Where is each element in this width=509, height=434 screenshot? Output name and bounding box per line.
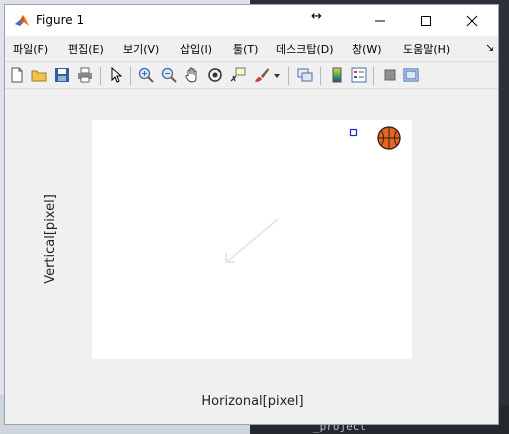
toolbar-separator bbox=[373, 67, 374, 85]
chevron-more-icon[interactable]: ↘ bbox=[485, 41, 494, 54]
brush-icon[interactable] bbox=[254, 67, 270, 83]
figure-toolbar bbox=[5, 61, 498, 89]
open-file-icon[interactable] bbox=[31, 67, 47, 83]
figure-canvas: Vertical[pixel] Horizonal[pixel] bbox=[5, 89, 498, 424]
menu-window[interactable]: 창(W) bbox=[352, 41, 382, 57]
menu-bar: 파일(F) 편집(E) 보기(V) 삽입(I) 툴(T) 데스크탑(D) 창(W… bbox=[5, 36, 498, 61]
pan-icon[interactable] bbox=[184, 67, 200, 83]
link-plot-icon[interactable] bbox=[297, 67, 313, 83]
print-icon[interactable] bbox=[77, 67, 93, 83]
y-axis-label: Vertical[pixel] bbox=[43, 194, 58, 284]
target-marker bbox=[349, 128, 358, 137]
toolbar-separator bbox=[100, 67, 101, 85]
title-bar[interactable]: Figure 1 ↔ bbox=[5, 5, 498, 36]
rotate-3d-icon[interactable] bbox=[207, 67, 223, 83]
close-icon bbox=[466, 15, 478, 26]
new-figure-icon[interactable] bbox=[9, 67, 25, 83]
basketball-icon bbox=[377, 126, 401, 150]
legend-icon[interactable] bbox=[351, 67, 367, 83]
data-cursor-icon[interactable] bbox=[230, 67, 246, 83]
plot-axes[interactable] bbox=[92, 120, 412, 359]
toolbar-separator bbox=[288, 67, 289, 85]
toolbar-separator bbox=[130, 67, 131, 85]
menu-insert[interactable]: 삽입(I) bbox=[180, 41, 212, 57]
close-button[interactable] bbox=[449, 5, 495, 36]
minimize-button[interactable] bbox=[357, 5, 403, 36]
menu-tools[interactable]: 툴(T) bbox=[233, 41, 258, 57]
menu-desktop[interactable]: 데스크탑(D) bbox=[276, 41, 334, 57]
show-plot-tools-icon[interactable] bbox=[403, 67, 419, 83]
minimize-icon bbox=[375, 20, 385, 21]
resize-cursor-icon: ↔ bbox=[311, 9, 322, 24]
plot-svg bbox=[225, 126, 401, 263]
figure-window: Figure 1 ↔ 파일(F) 편집(E) 보기(V) 삽입(I) 툴(T) … bbox=[4, 4, 499, 425]
trajectory-trail bbox=[227, 218, 279, 262]
window-title: Figure 1 bbox=[36, 13, 85, 27]
brush-dropdown-icon[interactable] bbox=[273, 67, 281, 83]
menu-edit[interactable]: 편집(E) bbox=[68, 41, 104, 57]
hide-plot-tools-icon[interactable] bbox=[382, 67, 398, 83]
toolbar-separator bbox=[320, 67, 321, 85]
x-axis-label: Horizonal[pixel] bbox=[201, 394, 304, 409]
maximize-button[interactable] bbox=[403, 5, 449, 36]
menu-view[interactable]: 보기(V) bbox=[123, 41, 159, 57]
save-icon[interactable] bbox=[54, 67, 70, 83]
zoom-in-icon[interactable] bbox=[138, 67, 154, 83]
matlab-logo-icon bbox=[14, 13, 30, 29]
zoom-out-icon[interactable] bbox=[161, 67, 177, 83]
pointer-icon[interactable] bbox=[108, 67, 124, 83]
menu-file[interactable]: 파일(F) bbox=[13, 41, 48, 57]
colorbar-icon[interactable] bbox=[329, 67, 345, 83]
menu-help[interactable]: 도움말(H) bbox=[403, 41, 450, 57]
maximize-icon bbox=[421, 15, 431, 26]
